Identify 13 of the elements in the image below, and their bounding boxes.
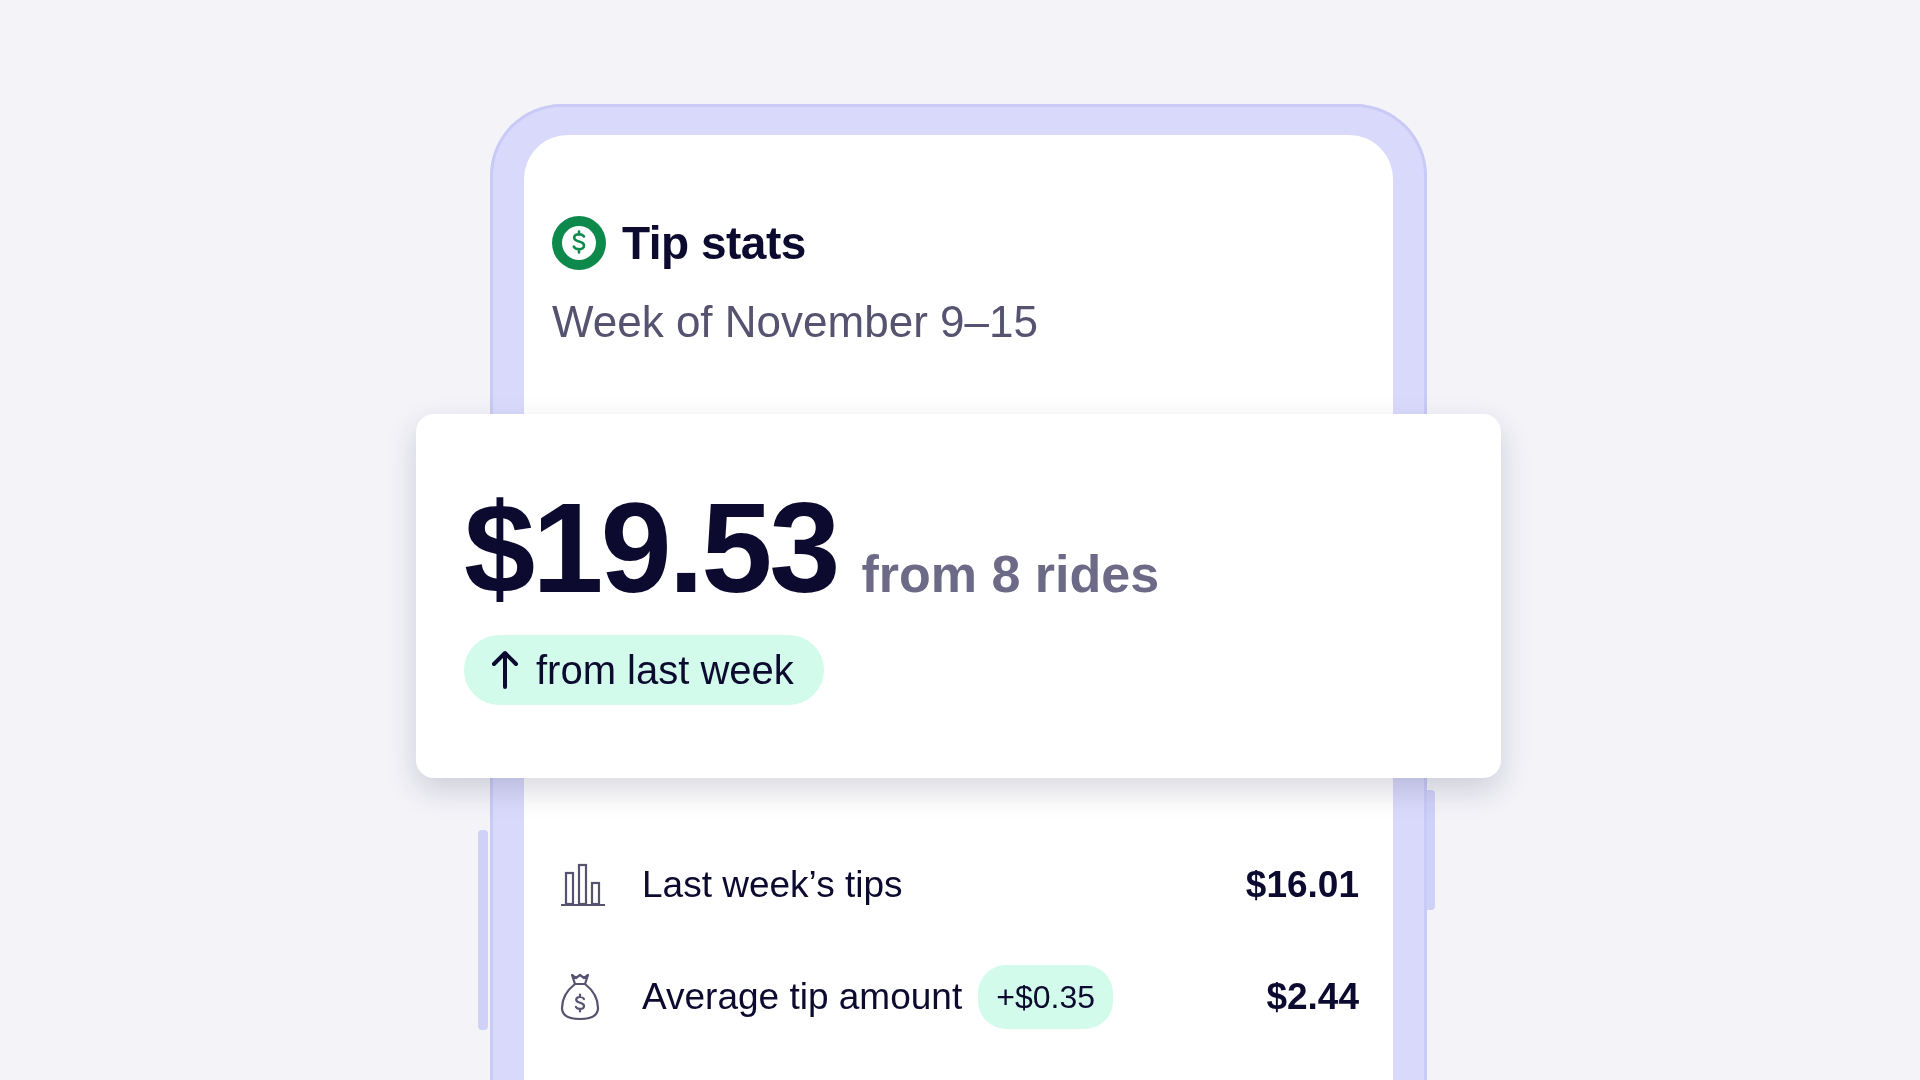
change-badge: +$0.35: [978, 965, 1113, 1029]
stat-label: Last week’s tips: [642, 863, 903, 908]
trend-label: from last week: [536, 647, 794, 694]
stat-value: $2.44: [1266, 975, 1359, 1020]
bar-chart-icon: [560, 863, 606, 907]
title: Tip stats: [622, 216, 806, 271]
tip-total: $19.53: [464, 484, 838, 612]
stat-value: $16.01: [1245, 863, 1359, 908]
money-bag-icon: [560, 972, 600, 1022]
dollar-coin-icon: [552, 216, 606, 270]
rides-label: from 8 rides: [861, 544, 1160, 605]
week-label: Week of November 9–15: [552, 297, 1039, 347]
stat-label: Average tip amount: [642, 975, 963, 1020]
